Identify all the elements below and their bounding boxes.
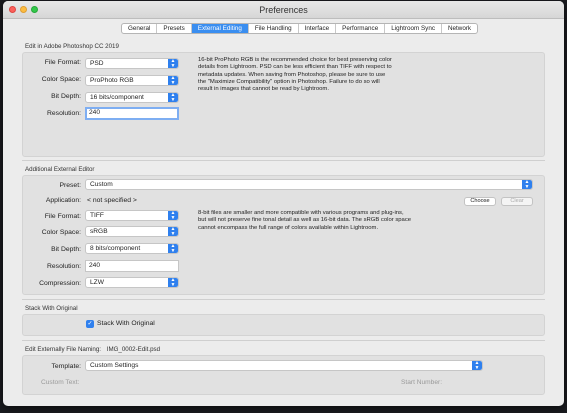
chevron-updown-icon: ▲ ▼	[522, 180, 532, 189]
chevron-updown-icon: ▲ ▼	[168, 93, 178, 102]
ps-color-space-value: ProPhoto RGB	[90, 77, 134, 84]
application-label: Application:	[45, 197, 81, 204]
tab-presets[interactable]: Presets	[157, 24, 192, 33]
chevron-updown-icon: ▲ ▼	[168, 76, 178, 85]
tab-interface[interactable]: Interface	[299, 24, 337, 33]
ps-resolution-label: Resolution:	[46, 110, 81, 117]
ps-color-space-label: Color Space:	[41, 76, 81, 83]
ps-file-format-label: File Format:	[44, 59, 81, 66]
template-value: Custom Settings	[90, 362, 139, 369]
ae-bit-depth-label: Bit Depth:	[51, 246, 81, 253]
checkmark-icon[interactable]: ✓	[86, 320, 94, 328]
ae-file-format-value: TIFF	[90, 212, 104, 219]
ps-bit-depth-value: 16 bits/component	[90, 94, 144, 101]
custom-text-label: Custom Text:	[41, 379, 80, 386]
preset-value: Custom	[90, 181, 113, 188]
start-number-label: Start Number:	[401, 379, 443, 386]
choose-button[interactable]: Choose	[464, 197, 496, 206]
ps-description: 16-bit ProPhoto RGB is the recommended c…	[198, 57, 392, 93]
tab-external-editing[interactable]: External Editing	[191, 24, 249, 33]
photoshop-section-label: Edit in Adobe Photoshop CC 2019	[25, 43, 119, 50]
clear-button[interactable]: Clear	[501, 197, 533, 206]
window-title: Preferences	[259, 5, 308, 15]
ae-file-format-label: File Format:	[44, 213, 81, 220]
chevron-updown-icon: ▲ ▼	[168, 227, 178, 236]
template-label: Template:	[51, 363, 81, 370]
naming-section: Edit Externally File Naming: IMG_0002-Ed…	[25, 346, 160, 353]
chevron-updown-icon: ▲ ▼	[472, 361, 482, 370]
preset-select[interactable]: Custom ▲ ▼	[85, 179, 533, 190]
divider	[22, 299, 545, 300]
ae-bit-depth-value: 8 bits/component	[90, 245, 141, 252]
ae-bit-depth-select[interactable]: 8 bits/component ▲ ▼	[85, 243, 179, 254]
ps-bit-depth-label: Bit Depth:	[51, 93, 81, 100]
tab-file-handling[interactable]: File Handling	[249, 24, 299, 33]
ae-color-space-select[interactable]: sRGB ▲ ▼	[85, 226, 179, 237]
tab-lightroom-sync[interactable]: Lightroom Sync	[385, 24, 442, 33]
ae-color-space-value: sRGB	[90, 228, 108, 235]
chevron-updown-icon: ▲ ▼	[168, 278, 178, 287]
tab-performance[interactable]: Performance	[336, 24, 386, 33]
chevron-updown-icon: ▲ ▼	[168, 211, 178, 220]
ae-description: 8-bit files are smaller and more compati…	[198, 210, 412, 231]
naming-section-label: Edit Externally File Naming:	[25, 346, 101, 353]
stack-section-label: Stack With Original	[25, 305, 78, 312]
compression-select[interactable]: LZW ▲ ▼	[85, 277, 179, 288]
ps-bit-depth-select[interactable]: 16 bits/component ▲ ▼	[85, 92, 179, 103]
divider	[22, 340, 545, 341]
ps-file-format-value: PSD	[90, 60, 104, 67]
ae-color-space-label: Color Space:	[41, 229, 81, 236]
ps-file-format-select[interactable]: PSD ▲ ▼	[85, 58, 179, 69]
naming-example: IMG_0002-Edit.psd	[106, 346, 161, 353]
application-value: < not specified >	[87, 197, 137, 204]
ae-file-format-select[interactable]: TIFF ▲ ▼	[85, 210, 179, 221]
chevron-updown-icon: ▲ ▼	[168, 244, 178, 253]
additional-editor-section-label: Additional External Editor	[25, 166, 95, 173]
tab-general[interactable]: General	[122, 24, 158, 33]
stack-checkbox-label[interactable]: Stack With Original	[97, 320, 155, 327]
title-bar: Preferences	[3, 1, 564, 19]
preferences-window: Preferences General Presets External Edi…	[3, 1, 564, 406]
template-select[interactable]: Custom Settings ▲ ▼	[85, 360, 483, 371]
chevron-updown-icon: ▲ ▼	[168, 59, 178, 68]
compression-value: LZW	[90, 279, 104, 286]
ps-resolution-input[interactable]: 240	[85, 107, 179, 120]
ps-color-space-select[interactable]: ProPhoto RGB ▲ ▼	[85, 75, 179, 86]
preset-label: Preset:	[59, 182, 81, 189]
tab-network[interactable]: Network	[442, 24, 477, 33]
ae-resolution-input[interactable]: 240	[85, 260, 179, 272]
compression-label: Compression:	[39, 280, 81, 287]
preferences-tabs: General Presets External Editing File Ha…	[121, 23, 479, 34]
divider	[22, 160, 545, 161]
ae-resolution-label: Resolution:	[46, 263, 81, 270]
